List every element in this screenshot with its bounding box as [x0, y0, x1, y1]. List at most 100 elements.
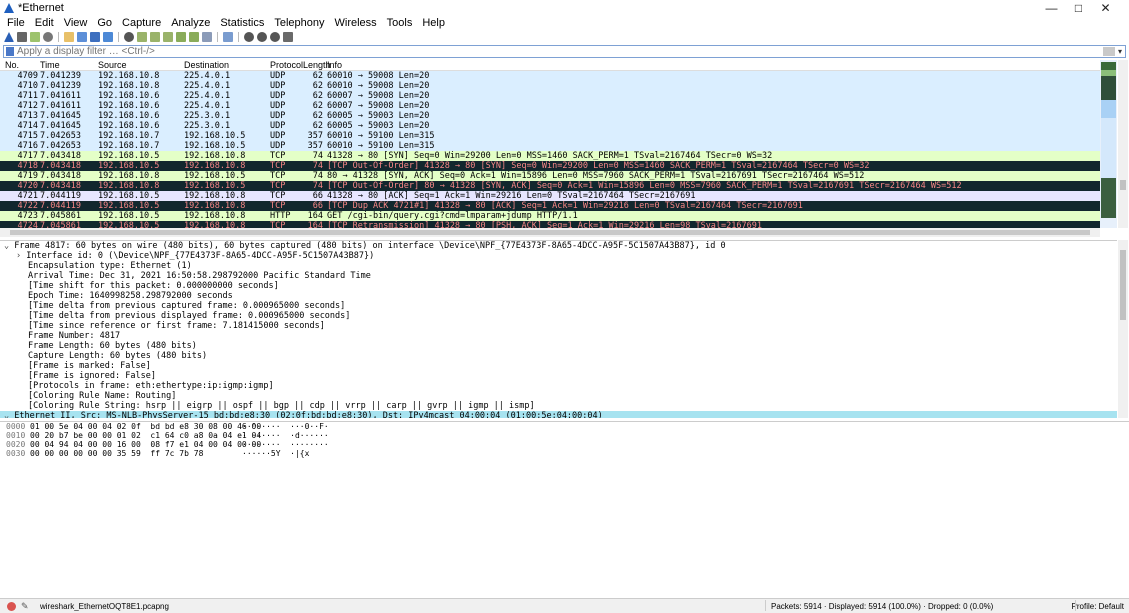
- menu-capture[interactable]: Capture: [122, 17, 161, 29]
- packet-info: [TCP Out-Of-Order] 41328 → 80 [SYN] Seq=…: [327, 161, 870, 171]
- detail-tree-item[interactable]: [Time delta from previous captured frame…: [0, 301, 1117, 311]
- packet-minimap[interactable]: [1100, 60, 1117, 228]
- detail-tree-item[interactable]: Encapsulation type: Ethernet (1): [0, 261, 1117, 271]
- bytes-ascii: ······5Y ·|{x: [242, 449, 310, 458]
- detail-tree-item[interactable]: [Time since reference or first frame: 7.…: [0, 321, 1117, 331]
- close-file-icon[interactable]: [90, 32, 100, 42]
- filter-dropdown-icon[interactable]: ▾: [1118, 47, 1122, 56]
- column-header-info[interactable]: Info: [327, 60, 1100, 70]
- maximize-button[interactable]: □: [1065, 0, 1092, 16]
- detail-tree-item[interactable]: Capture Length: 60 bytes (480 bits): [0, 351, 1117, 361]
- detail-tree-item[interactable]: [Coloring Rule Name: Routing]: [0, 391, 1117, 401]
- menu-statistics[interactable]: Statistics: [220, 17, 264, 29]
- menu-wireless[interactable]: Wireless: [335, 17, 377, 29]
- reload-file-icon[interactable]: [103, 32, 113, 42]
- bytes-line[interactable]: 0020 00 04 94 04 00 00 16 00 08 f7 e1 04 …: [0, 440, 1129, 449]
- menu-telephony[interactable]: Telephony: [274, 17, 324, 29]
- go-back-icon[interactable]: [137, 32, 147, 42]
- detail-tree-item[interactable]: ⌄ Frame 4817: 60 bytes on wire (480 bits…: [0, 241, 1117, 251]
- save-file-icon[interactable]: [77, 32, 87, 42]
- packet-no: 4720: [17, 181, 38, 191]
- column-header-length[interactable]: Length: [303, 60, 331, 70]
- close-button[interactable]: ✕: [1092, 0, 1119, 16]
- packet-no: 4723: [17, 211, 38, 221]
- column-header-no[interactable]: No.: [0, 60, 40, 70]
- packet-row[interactable]: 4716 7.042653 192.168.10.7 192.168.10.5 UDP 3…: [0, 141, 1100, 151]
- zoom-out-icon[interactable]: [257, 32, 267, 42]
- packet-length: 62: [312, 91, 323, 101]
- packet-list-hscrollbar[interactable]: [0, 228, 1100, 237]
- stop-capture-icon[interactable]: [17, 32, 27, 42]
- packet-row[interactable]: 4723 7.045861 192.168.10.5 192.168.10.8 HTTP…: [0, 211, 1100, 221]
- packet-row[interactable]: 4722 7.044119 192.168.10.5 192.168.10.8 TCP 6…: [0, 201, 1100, 211]
- menu-file[interactable]: File: [7, 17, 25, 29]
- menu-go[interactable]: Go: [97, 17, 112, 29]
- first-packet-icon[interactable]: [176, 32, 186, 42]
- bytes-line[interactable]: 0000 01 00 5e 04 00 04 02 0f bd bd e8 30 …: [0, 422, 1129, 431]
- menu-analyze[interactable]: Analyze: [171, 17, 210, 29]
- menu-tools[interactable]: Tools: [387, 17, 413, 29]
- column-header-source[interactable]: Source: [98, 60, 184, 70]
- packet-length: 62: [312, 121, 323, 131]
- detail-tree-item[interactable]: [Frame is ignored: False]: [0, 371, 1117, 381]
- packet-row[interactable]: 4724 7.045861 192.168.10.5 192.168.10.8 TCP 1…: [0, 221, 1100, 228]
- menu-help[interactable]: Help: [422, 17, 445, 29]
- column-header-destination[interactable]: Destination: [184, 60, 270, 70]
- expand-arrow-icon[interactable]: ⌄: [4, 411, 14, 418]
- menu-edit[interactable]: Edit: [35, 17, 54, 29]
- packet-row[interactable]: 4709 7.041239 192.168.10.8 225.4.0.1 UDP 62 60…: [0, 71, 1100, 81]
- find-packet-icon[interactable]: [124, 32, 134, 42]
- packet-no: 4721: [17, 191, 38, 201]
- packet-row[interactable]: 4719 7.043418 192.168.10.8 192.168.10.5 TCP 7…: [0, 171, 1100, 181]
- packet-row[interactable]: 4712 7.041611 192.168.10.6 225.4.0.1 UDP 62 60…: [0, 101, 1100, 111]
- packet-row[interactable]: 4710 7.041239 192.168.10.8 225.4.0.1 UDP 62 60…: [0, 81, 1100, 91]
- column-header-protocol[interactable]: Protocol: [270, 60, 303, 70]
- detail-tree-item[interactable]: [Frame is marked: False]: [0, 361, 1117, 371]
- detail-tree-item[interactable]: ⌄ Ethernet II, Src: MS-NLB-PhysServer-15…: [0, 411, 1117, 418]
- column-header-time[interactable]: Time: [40, 60, 98, 70]
- open-file-icon[interactable]: [64, 32, 74, 42]
- minimize-button[interactable]: —: [1038, 0, 1065, 16]
- last-packet-icon[interactable]: [189, 32, 199, 42]
- edit-comment-icon[interactable]: ✎: [21, 601, 30, 611]
- detail-tree-item[interactable]: [Time shift for this packet: 0.000000000…: [0, 281, 1117, 291]
- resize-columns-icon[interactable]: [283, 32, 293, 42]
- menu-view[interactable]: View: [64, 17, 88, 29]
- restart-capture-icon[interactable]: [30, 32, 40, 42]
- details-scrollbar[interactable]: [1118, 240, 1128, 418]
- display-filter-input[interactable]: [17, 46, 1103, 57]
- capture-options-icon[interactable]: [43, 32, 53, 42]
- detail-tree-item[interactable]: [Coloring Rule String: hsrp || eigrp || …: [0, 401, 1117, 411]
- go-to-packet-icon[interactable]: [163, 32, 173, 42]
- autoscroll-icon[interactable]: [202, 32, 212, 42]
- detail-tree-item[interactable]: Frame Length: 60 bytes (480 bits): [0, 341, 1117, 351]
- packet-row[interactable]: 4713 7.041645 192.168.10.6 225.3.0.1 UDP 62 60…: [0, 111, 1100, 121]
- expand-arrow-icon[interactable]: ⌄: [4, 241, 14, 251]
- packet-row[interactable]: 4711 7.041611 192.168.10.6 225.4.0.1 UDP 62 60…: [0, 91, 1100, 101]
- detail-tree-item[interactable]: [Protocols in frame: eth:ethertype:ip:ig…: [0, 381, 1117, 391]
- start-capture-icon[interactable]: [4, 32, 14, 42]
- packet-row[interactable]: 4714 7.041645 192.168.10.6 225.3.0.1 UDP 62 60…: [0, 121, 1100, 131]
- packet-row[interactable]: 4721 7.044119 192.168.10.5 192.168.10.8 TCP 6…: [0, 191, 1100, 201]
- bytes-line[interactable]: 0030 00 00 00 00 00 00 35 59 ff 7c 7b 78 ·…: [0, 449, 1129, 458]
- packet-list-scrollbar[interactable]: [1118, 60, 1128, 228]
- profile-selector[interactable]: Profile: Default: [1072, 602, 1124, 611]
- packet-row[interactable]: 4720 7.043418 192.168.10.8 192.168.10.5 TCP 7…: [0, 181, 1100, 191]
- detail-tree-item[interactable]: Frame Number: 4817: [0, 331, 1117, 341]
- bookmark-icon[interactable]: [6, 47, 14, 56]
- colorize-icon[interactable]: [223, 32, 233, 42]
- detail-tree-item[interactable]: › Interface id: 0 (\Device\NPF_{77E4373F…: [0, 251, 1117, 261]
- detail-tree-item[interactable]: Arrival Time: Dec 31, 2021 16:50:58.2987…: [0, 271, 1117, 281]
- packet-row[interactable]: 4718 7.043418 192.168.10.5 192.168.10.8 TCP 7…: [0, 161, 1100, 171]
- go-forward-icon[interactable]: [150, 32, 160, 42]
- detail-tree-item[interactable]: Epoch Time: 1640998258.298792000 seconds: [0, 291, 1117, 301]
- zoom-normal-icon[interactable]: [270, 32, 280, 42]
- zoom-in-icon[interactable]: [244, 32, 254, 42]
- expert-info-icon[interactable]: [7, 601, 16, 611]
- collapse-arrow-icon[interactable]: ›: [16, 251, 26, 261]
- packet-row[interactable]: 4715 7.042653 192.168.10.7 192.168.10.5 UDP 3…: [0, 131, 1100, 141]
- apply-filter-arrow-icon[interactable]: [1102, 47, 1115, 56]
- bytes-line[interactable]: 0010 00 20 b7 be 00 00 01 02 c1 64 c0 a8 …: [0, 431, 1129, 440]
- packet-row[interactable]: 4717 7.043418 192.168.10.5 192.168.10.8 TCP 7…: [0, 151, 1100, 161]
- detail-tree-item[interactable]: [Time delta from previous displayed fram…: [0, 311, 1117, 321]
